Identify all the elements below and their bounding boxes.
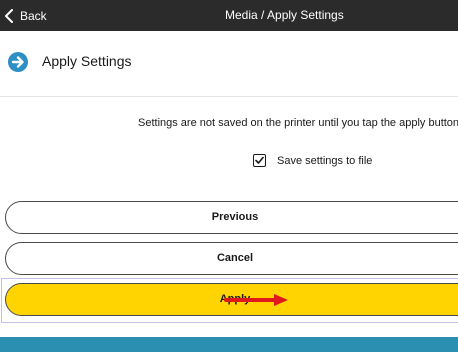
red-arrow-icon — [224, 294, 288, 306]
cancel-button-label: Cancel — [216, 252, 254, 264]
divider — [0, 96, 458, 97]
screen-title: Media / Apply Settings — [225, 8, 344, 22]
section-header: Apply Settings — [0, 31, 458, 93]
section-title: Apply Settings — [42, 53, 132, 69]
checkmark-icon — [255, 156, 264, 164]
save-settings-option[interactable]: Save settings to file — [253, 154, 372, 167]
previous-button[interactable]: Previous — [5, 201, 458, 234]
chevron-left-icon — [5, 8, 13, 23]
circle-arrow-right-icon — [8, 52, 28, 72]
save-settings-checkbox[interactable] — [253, 154, 266, 167]
notice-text: Settings are not saved on the printer un… — [138, 117, 458, 129]
top-bar: Back Media / Apply Settings — [0, 0, 458, 31]
cancel-button[interactable]: Cancel — [5, 242, 458, 275]
save-settings-label: Save settings to file — [277, 154, 373, 167]
back-button[interactable]: Back — [0, 0, 47, 31]
back-label: Back — [20, 8, 47, 23]
previous-button-label: Previous — [211, 211, 259, 223]
footer-bar — [0, 337, 458, 352]
